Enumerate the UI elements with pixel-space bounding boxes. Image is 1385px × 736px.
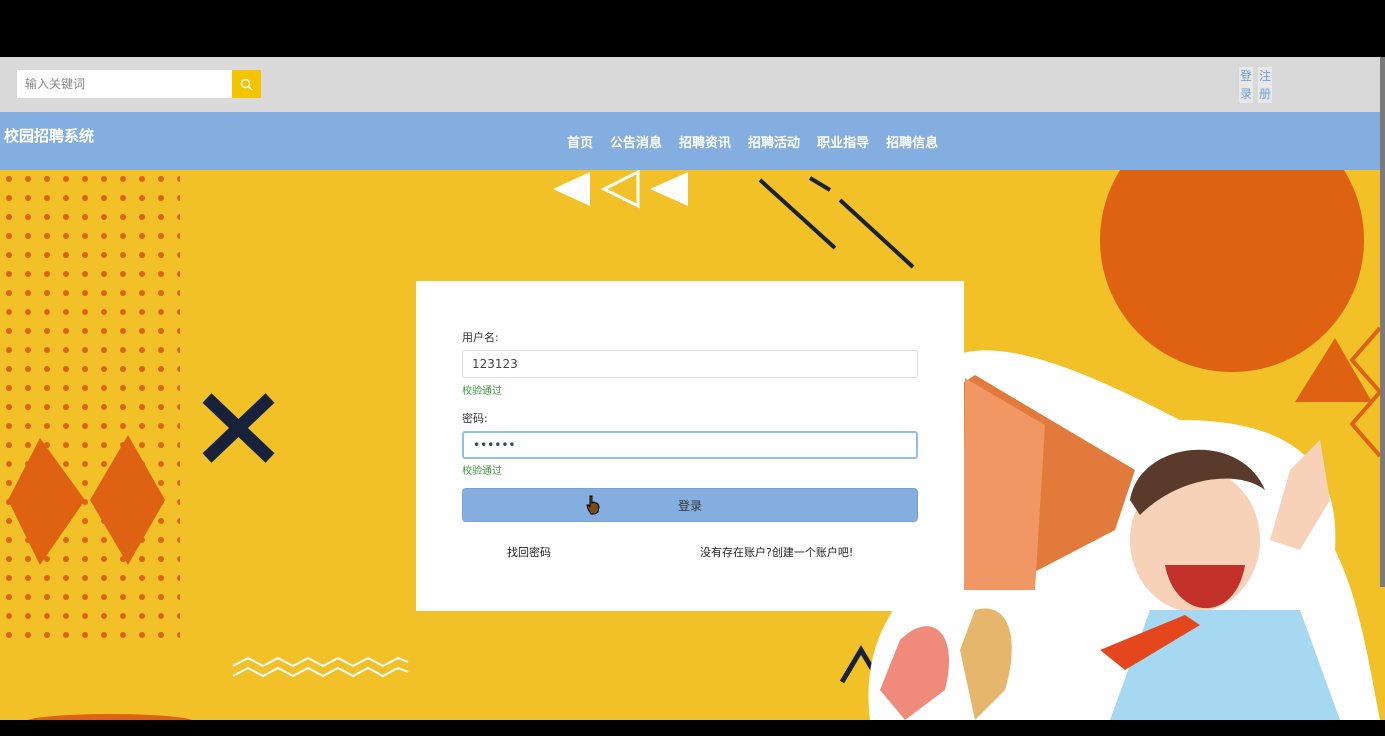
forgot-password-link[interactable]: 找回密码 bbox=[507, 544, 551, 560]
page-scrollbar[interactable] bbox=[1380, 57, 1385, 587]
nav-item-home[interactable]: 首页 bbox=[567, 132, 593, 151]
nav-menu: 首页 公告消息 招聘资讯 招聘活动 职业指导 招聘信息 bbox=[567, 132, 938, 151]
login-link[interactable]: 登 录 bbox=[1239, 67, 1253, 103]
hand-cursor-icon bbox=[586, 495, 600, 515]
nav-item-recruitment-news[interactable]: 招聘资讯 bbox=[679, 132, 731, 151]
password-input[interactable] bbox=[462, 431, 918, 459]
create-account-link[interactable]: 没有存在账户?创建一个账户吧! bbox=[700, 544, 853, 560]
window-bottom-bar bbox=[0, 720, 1385, 736]
username-validation-message: 校验通过 bbox=[462, 386, 502, 397]
main-nav: 校园招聘系统 首页 公告消息 招聘资讯 招聘活动 职业指导 招聘信息 bbox=[0, 112, 1385, 170]
window-top-bar bbox=[0, 0, 1385, 57]
password-label: 密码: bbox=[462, 412, 488, 425]
search-bar: 登 录 注 册 bbox=[0, 57, 1385, 112]
login-link-char: 登 bbox=[1239, 69, 1252, 83]
search-input[interactable] bbox=[17, 70, 232, 98]
username-input[interactable] bbox=[462, 350, 918, 378]
search-button[interactable] bbox=[232, 70, 261, 98]
username-label: 用户名: bbox=[462, 331, 499, 344]
login-submit-button[interactable]: 登录 bbox=[462, 488, 918, 522]
password-validation-message: 校验通过 bbox=[462, 466, 502, 477]
login-link-char: 录 bbox=[1239, 87, 1252, 101]
register-link-char: 注 bbox=[1258, 69, 1271, 83]
nav-item-career-guidance[interactable]: 职业指导 bbox=[817, 132, 869, 151]
site-brand: 校园招聘系统 bbox=[4, 127, 95, 145]
search-icon bbox=[240, 78, 253, 90]
nav-item-recruitment-events[interactable]: 招聘活动 bbox=[748, 132, 800, 151]
register-link-char: 册 bbox=[1258, 87, 1271, 101]
nav-item-announcements[interactable]: 公告消息 bbox=[610, 132, 662, 151]
login-card: 用户名: 校验通过 密码: 校验通过 登录 找回密码 没有存在账户?创建一个账户… bbox=[416, 281, 964, 611]
nav-item-job-listings[interactable]: 招聘信息 bbox=[886, 132, 938, 151]
register-link[interactable]: 注 册 bbox=[1258, 67, 1272, 103]
